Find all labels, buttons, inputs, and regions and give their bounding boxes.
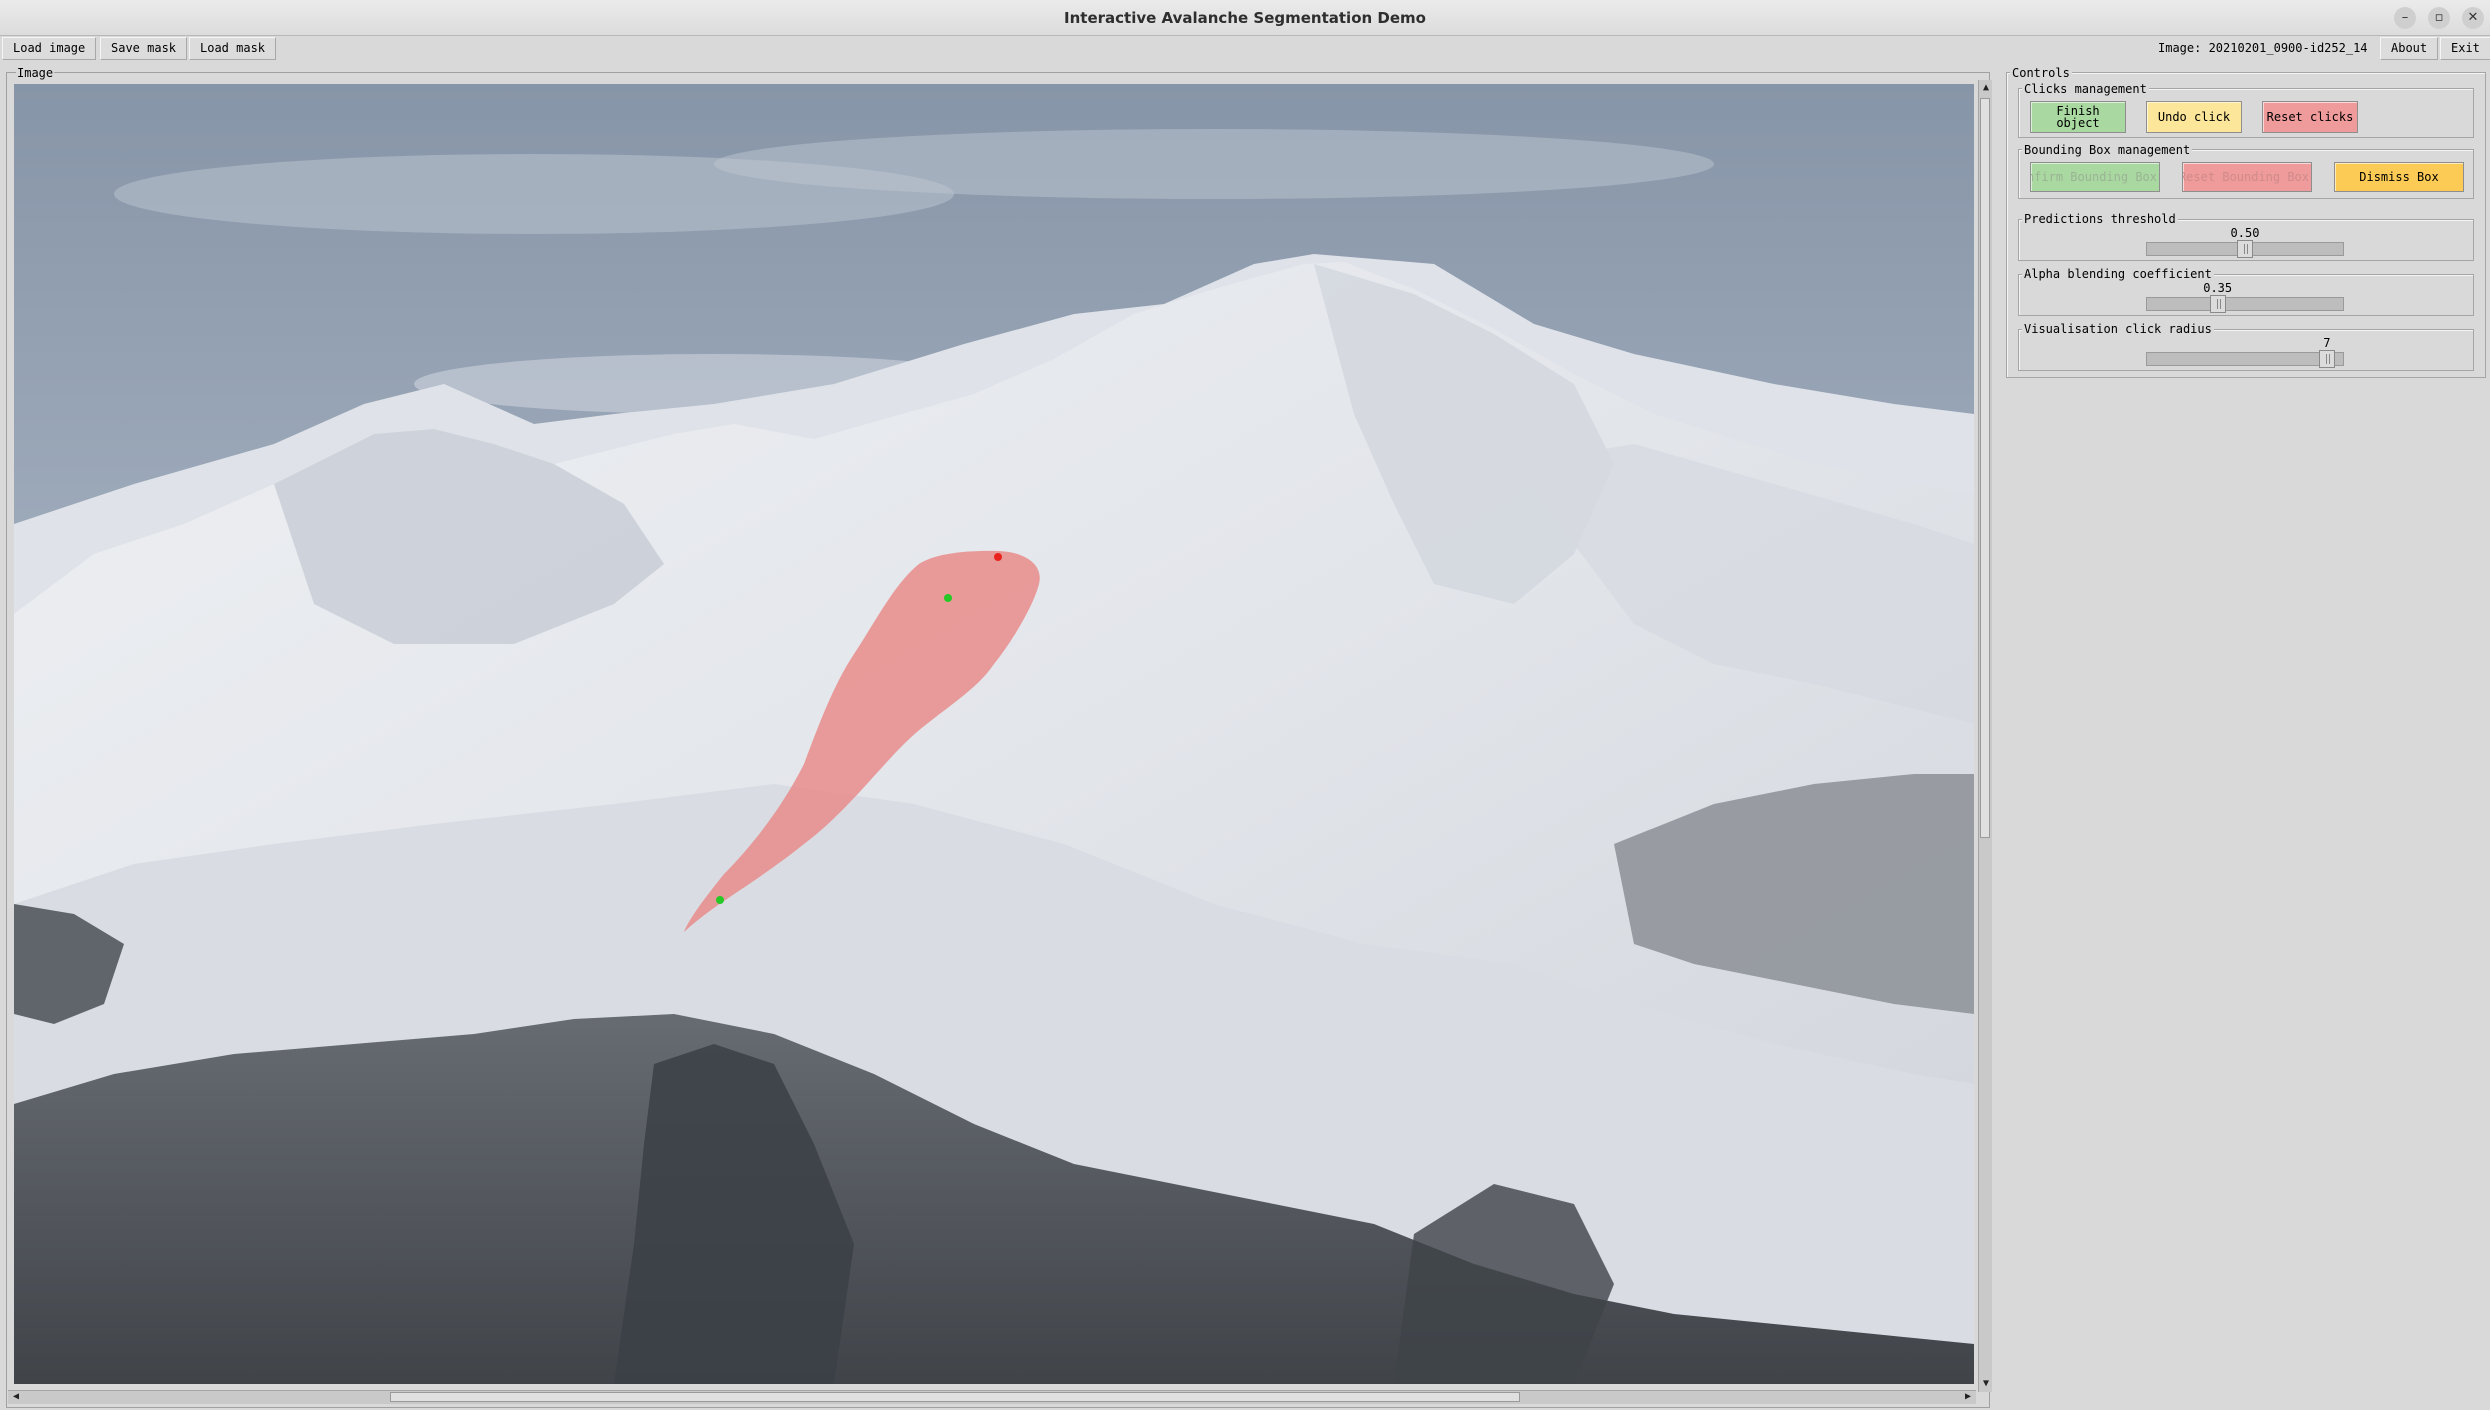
- predictions-threshold-slider[interactable]: [2237, 240, 2253, 258]
- clicks-management-label: Clicks management: [2022, 82, 2149, 96]
- maximize-button[interactable]: ▫: [2428, 7, 2450, 29]
- scroll-down-icon[interactable]: ▼: [1980, 1378, 1992, 1390]
- finish-object-button[interactable]: Finish object: [2030, 101, 2126, 133]
- click-radius-value: 7: [2323, 336, 2331, 350]
- click-radius-slider[interactable]: [2318, 350, 2335, 368]
- alpha-blending-slider[interactable]: [2209, 295, 2226, 313]
- click-radius-trough[interactable]: [2146, 352, 2344, 366]
- confirm-bounding-box-button[interactable]: Confirm Bounding Box: [2030, 162, 2160, 192]
- predictions-threshold-value: 0.50: [2230, 226, 2260, 240]
- scroll-left-icon[interactable]: ◀: [10, 1391, 22, 1403]
- image-canvas[interactable]: [14, 84, 1974, 1384]
- negative-click-marker: [994, 553, 1002, 561]
- load-image-button[interactable]: Load image: [2, 37, 97, 60]
- exit-button[interactable]: Exit: [2440, 37, 2490, 60]
- undo-click-button[interactable]: Undo click: [2146, 101, 2242, 133]
- bounding-box-management-label: Bounding Box management: [2022, 143, 2193, 157]
- horizontal-scroll-thumb[interactable]: [390, 1392, 1520, 1402]
- alpha-blending-trough[interactable]: [2146, 297, 2344, 311]
- close-window-button[interactable]: ✕: [2462, 7, 2484, 29]
- minimize-button[interactable]: –: [2394, 7, 2416, 29]
- alpha-blending-label: Alpha blending coefficient: [2022, 267, 2214, 281]
- predictions-threshold-label: Predictions threshold: [2022, 212, 2178, 226]
- controls-label: Controls: [2010, 66, 2072, 80]
- about-button[interactable]: About: [2380, 37, 2439, 60]
- positive-click-marker: [716, 896, 724, 904]
- window-title: Interactive Avalanche Segmentation Demo: [1064, 9, 1426, 27]
- scroll-right-icon[interactable]: ▶: [1962, 1391, 1974, 1403]
- reset-bounding-box-button[interactable]: Reset Bounding Box: [2182, 162, 2312, 192]
- alpha-blending-value: 0.35: [2203, 281, 2233, 295]
- click-radius-label: Visualisation click radius: [2022, 322, 2214, 336]
- reset-clicks-button[interactable]: Reset clicks: [2262, 101, 2358, 133]
- image-name-label: Image: 20210201_0900-id252_14: [2158, 41, 2368, 55]
- scroll-up-icon[interactable]: ▲: [1980, 82, 1992, 94]
- vertical-scroll-thumb[interactable]: [1980, 98, 1990, 838]
- image-panel-label: Image: [16, 66, 55, 80]
- avalanche-photo: [14, 84, 1974, 1384]
- menu-bar: [0, 36, 2490, 62]
- load-mask-button[interactable]: Load mask: [189, 37, 277, 60]
- save-mask-button[interactable]: Save mask: [100, 37, 188, 60]
- dismiss-box-button[interactable]: Dismiss Box: [2334, 162, 2464, 192]
- positive-click-marker: [944, 594, 952, 602]
